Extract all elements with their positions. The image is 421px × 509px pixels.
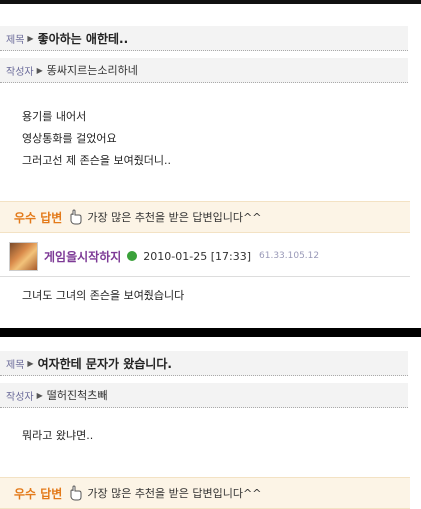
best-answer-description: 가장 많은 추천을 받은 답변입니다^^ — [87, 211, 262, 224]
answer-ip: 61.33.105.12 — [259, 251, 320, 261]
body-line: 뭐라고 왔냐면.. — [22, 429, 94, 442]
answer-date: 2010-01-25 [17:33] — [143, 249, 251, 263]
best-answer-label: 우수 답변 — [14, 210, 63, 225]
avatar[interactable] — [9, 241, 38, 271]
post-title[interactable]: 여자한테 문자가 왔습니다. — [38, 355, 172, 372]
best-answer-bar: 우수 답변 가장 많은 추천을 받은 답변입니다^^ — [0, 201, 410, 233]
answer-body: 그녀도 그녀의 존슨을 보여줬습니다 — [22, 289, 185, 302]
body-line: 영상통화를 걸었어요 — [22, 132, 117, 145]
right-triangle-icon: ▶ — [27, 33, 34, 43]
answer-header: 게임을시작하지 2010-01-25 [17:33] 61.33.105.12 — [0, 236, 410, 277]
author-label: 작성자 — [6, 66, 34, 78]
post-divider — [0, 328, 421, 337]
best-answer-description: 가장 많은 추천을 받은 답변입니다^^ — [87, 487, 262, 500]
right-triangle-icon: ▶ — [27, 358, 34, 368]
pointing-hand-icon — [68, 485, 84, 501]
post-author-row: 작성자 ▶ 떨허진척츠빼 — [0, 383, 408, 408]
post-title-row: 제목 ▶ 여자한테 문자가 왔습니다. — [0, 351, 408, 376]
post-author-row: 작성자 ▶ 똥싸지르는소리하네 — [0, 58, 408, 83]
author-label: 작성자 — [6, 391, 34, 403]
author-name[interactable]: 똥싸지르는소리하네 — [47, 62, 138, 78]
best-answer-bar: 우수 답변 가장 많은 추천을 받은 답변입니다^^ — [0, 477, 410, 509]
green-level-icon — [127, 251, 138, 261]
body-line: 용기를 내어서 — [22, 110, 87, 123]
right-triangle-icon: ▶ — [36, 390, 43, 400]
title-label: 제목 — [6, 359, 25, 371]
pointing-hand-icon — [68, 209, 84, 225]
right-triangle-icon: ▶ — [36, 65, 43, 75]
author-name[interactable]: 떨허진척츠빼 — [47, 387, 108, 403]
body-line: 그러고선 제 존슨을 보여줬더니.. — [22, 154, 172, 167]
best-answer-label: 우수 답변 — [14, 486, 63, 501]
post-title[interactable]: 좋아하는 애한테.. — [38, 30, 129, 47]
answerer-name[interactable]: 게임을시작하지 — [44, 248, 121, 265]
title-label: 제목 — [6, 34, 25, 46]
post-body: 뭐라고 왔냐면.. — [22, 425, 93, 447]
post-title-row: 제목 ▶ 좋아하는 애한테.. — [0, 26, 408, 51]
post-2: 제목 ▶ 여자한테 문자가 왔습니다. 작성자 ▶ 떨허진척츠빼 뭐라고 왔냐면… — [0, 337, 421, 509]
post-body: 용기를 내어서 영상통화를 걸었어요 그러고선 제 존슨을 보여줬더니.. — [22, 106, 171, 172]
post-1: 제목 ▶ 좋아하는 애한테.. 작성자 ▶ 똥싸지르는소리하네 용기를 내어서 … — [0, 4, 421, 328]
